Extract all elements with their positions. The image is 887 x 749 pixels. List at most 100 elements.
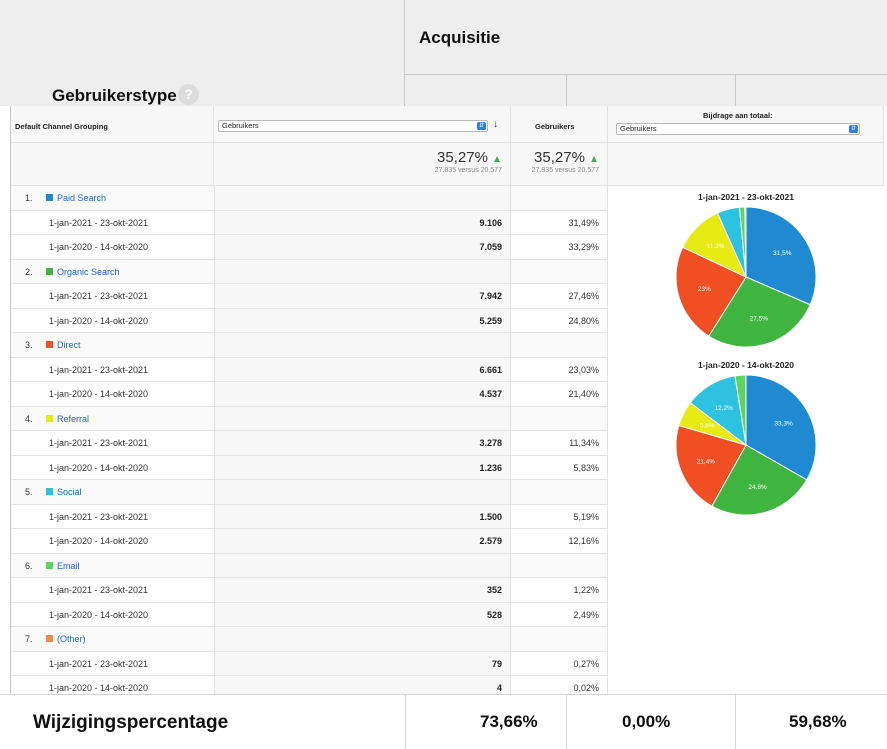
arrow-up-icon: ▲ [589,154,599,165]
select-toggle-icon: ⇵ [477,122,486,130]
table-row: 1-jan-2021 - 23-okt-2021 6.661 23,03% [11,357,608,382]
date-range: 1-jan-2020 - 14-okt-2020 [49,536,149,546]
users-percent: 5,83% [573,462,599,473]
table-row: 1-jan-2021 - 23-okt-2021 1.500 5,19% [11,504,608,529]
channel-link[interactable]: Social [57,487,82,497]
date-range: 1-jan-2021 - 23-okt-2021 [49,511,149,522]
metric-header-label[interactable]: Gebruikers [535,122,575,131]
channel-link[interactable]: Email [57,561,80,571]
date-range: 1-jan-2020 - 14-okt-2020 [49,389,149,399]
group-cell: 6. Email [11,554,214,578]
users-percent: 0,02% [573,683,599,693]
percent-cell [511,480,608,504]
pie-chart-title: 1-jan-2020 - 14-okt-2020 [698,360,794,370]
percent-cell: 33,29% [511,235,608,259]
percent-cell: 11,34% [511,431,608,455]
contribution-select-value: Gebruikers [620,124,657,133]
table-row: 1-jan-2021 - 23-okt-2021 9.106 31,49% [11,210,608,235]
table-row: 1-jan-2020 - 14-okt-2020 5.259 24,80% [11,308,608,333]
date-cell: 1-jan-2020 - 14-okt-2020 [11,382,214,406]
group-number: 5. [25,487,33,497]
users-value: 352 [486,585,502,595]
channel-color-swatch [46,488,53,495]
summary-comparison: 27.835 versus 20.577 [434,167,502,174]
percent-cell: 23,03% [511,357,608,381]
users-percent: 2,49% [573,609,599,620]
group-number: 3. [25,340,33,350]
pie-slice-label: 11,3% [707,243,725,250]
users-percent: 27,46% [568,291,599,301]
users-value: 4.537 [479,389,502,399]
date-cell: 1-jan-2020 - 14-okt-2020 [11,456,214,480]
header-col-divider [566,74,567,106]
pie-slice-label: 23% [698,286,711,293]
users-value: 4 [496,683,502,693]
channel-link[interactable]: Direct [57,340,81,350]
channel-link[interactable]: Organic Search [57,267,120,277]
pie-chart-2020: 33,3% 24,8% 21,4% 5,8% 12,2% [675,374,817,516]
channel-link[interactable]: (Other) [57,634,86,644]
percent-cell [511,553,608,577]
channel-link[interactable]: Referral [57,414,89,424]
value-cell: 6.661 [214,357,511,381]
value-cell: 1.236 [214,455,511,479]
table-row: 1-jan-2021 - 23-okt-2021 79 0,27% [11,651,608,676]
users-value: 7.059 [479,242,502,252]
percent-cell: 12,16% [511,529,608,553]
date-cell: 1-jan-2021 - 23-okt-2021 [11,211,214,235]
channel-color-swatch [46,194,53,201]
percent-cell: 1,22% [511,578,608,602]
group-number: 1. [25,193,33,203]
summary-change-value: 35,27% [534,149,585,166]
table-row: 1-jan-2021 - 23-okt-2021 352 1,22% [11,578,608,603]
pie-chart-column: 1-jan-2021 - 23-okt-2021 31,5% 27,5% 23% 11… [608,186,884,694]
help-icon[interactable]: ? [178,84,199,105]
value-cell [214,186,511,210]
value-cell [214,406,511,430]
users-percent: 5,19% [573,511,599,522]
group-cell: 3. Direct [11,333,214,357]
dimension-header: Default Channel Grouping [11,106,214,143]
value-cell: 7.942 [214,284,511,308]
summary-cell: 35,27% ▲ 27.835 versus 20.577 [511,143,608,186]
summary-comparison: 27.835 versus 20.577 [531,167,599,174]
pie-slice-label: 31,5% [773,250,792,257]
date-range: 1-jan-2020 - 14-okt-2020 [49,609,149,620]
change-rate-value: 73,66% [480,712,538,731]
group-cell: 2. Organic Search [11,260,214,284]
value-cell: 352 [214,578,511,602]
users-value: 2.579 [479,536,502,546]
metric-select[interactable]: Gebruikers ⇵ [218,120,488,132]
value-cell [214,333,511,357]
group-cell: 5. Social [11,480,214,504]
header-divider [405,74,887,75]
channel-color-swatch [46,341,53,348]
table-row: 1-jan-2021 - 23-okt-2021 3.278 11,34% [11,431,608,456]
date-range: 1-jan-2021 - 23-okt-2021 [49,585,149,595]
users-value: 528 [486,609,502,620]
metric-select-value: Gebruikers [222,121,259,130]
users-value: 1.500 [479,511,502,522]
value-cell: 7.059 [214,235,511,259]
date-cell: 1-jan-2021 - 23-okt-2021 [11,652,214,676]
group-number: 7. [25,634,33,644]
percent-cell [511,259,608,283]
value-cell: 528 [214,602,511,626]
group-cell: 1. Paid Search [11,186,214,210]
summary-change: 35,27% ▲ [534,149,599,166]
sort-down-icon[interactable]: ↓ [493,119,498,130]
users-value: 3.278 [479,438,502,448]
users-percent: 23,03% [568,364,599,375]
pie-slice-label: 12,2% [714,405,733,412]
date-cell: 1-jan-2021 - 23-okt-2021 [11,431,214,455]
analytics-table: Default Channel Grouping Gebruikers ⇵ ↓ … [10,106,884,701]
date-cell: 1-jan-2020 - 14-okt-2020 [11,603,214,627]
table-row: 1-jan-2020 - 14-okt-2020 7.059 33,29% [11,235,608,260]
users-value: 79 [491,658,502,669]
channel-link[interactable]: Paid Search [57,193,106,203]
users-percent: 24,80% [568,315,599,326]
contribution-select[interactable]: Gebruikers ⇵ [616,123,860,135]
pie-slice-label: 24,8% [748,484,767,491]
dimension-header-label: Default Channel Grouping [15,122,108,131]
table-row: 1-jan-2020 - 14-okt-2020 4.537 21,40% [11,382,608,407]
